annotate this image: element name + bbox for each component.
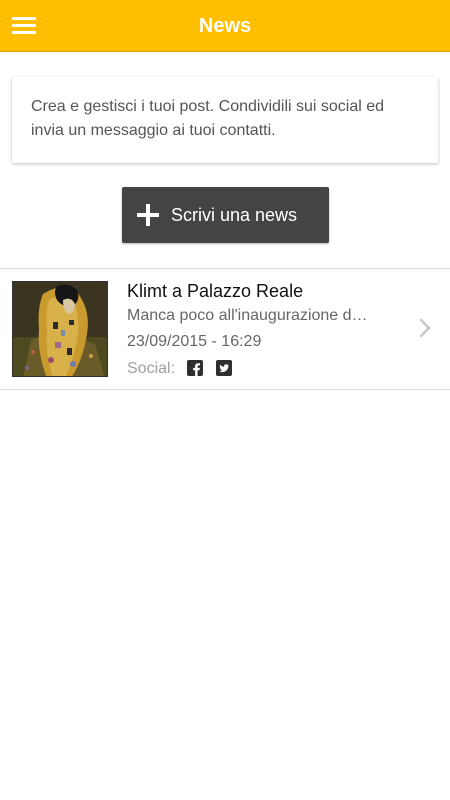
page-title: News: [198, 15, 252, 37]
plus-icon: [137, 204, 159, 226]
chevron-right-icon: [418, 317, 432, 339]
info-card: Crea e gestisci i tuoi post. Condividili…: [12, 77, 438, 163]
news-thumbnail: [12, 281, 108, 377]
news-list-item[interactable]: Klimt a Palazzo Reale Manca poco all'ina…: [0, 269, 450, 389]
news-excerpt: Manca poco all'inaugurazione d…: [127, 307, 368, 324]
info-card-text: Crea e gestisci i tuoi post. Condividili…: [31, 98, 385, 139]
list-divider-bottom: [0, 389, 450, 390]
news-title: Klimt a Palazzo Reale: [127, 281, 304, 301]
write-news-label: Scrivi una news: [171, 205, 298, 225]
twitter-icon[interactable]: [216, 360, 232, 376]
top-app-bar: News: [0, 0, 450, 52]
news-date: 23/09/2015 - 16:29: [127, 333, 262, 350]
social-label: Social:: [127, 360, 176, 377]
facebook-icon[interactable]: [187, 360, 203, 376]
write-news-button[interactable]: Scrivi una news: [122, 187, 329, 243]
